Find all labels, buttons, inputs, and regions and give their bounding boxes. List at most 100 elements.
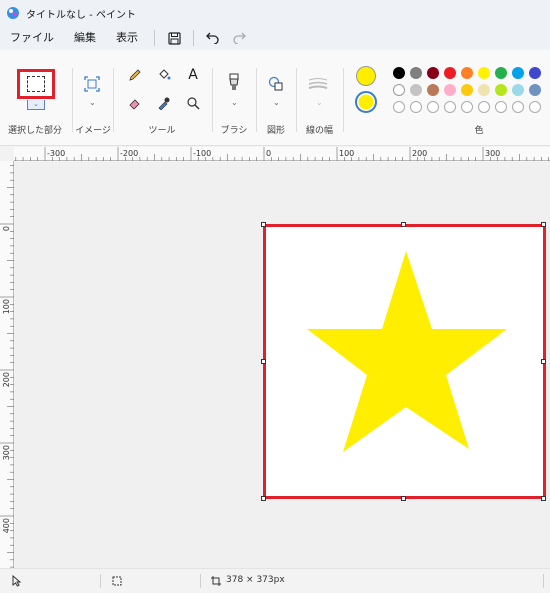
- resize-handle-top-right[interactable]: [541, 222, 546, 227]
- magnifier-icon[interactable]: [183, 93, 203, 113]
- rectangle-select-button[interactable]: [17, 69, 55, 99]
- ruler-top-label: -100: [193, 149, 211, 158]
- palette-row1-swatch-2[interactable]: [427, 67, 439, 79]
- secondary-color-swatch[interactable]: [355, 91, 377, 113]
- palette-row1-swatch-3[interactable]: [444, 67, 456, 79]
- tools-group-label: ツール: [148, 126, 176, 136]
- ruler-left-label: 100: [2, 299, 11, 314]
- primary-color-swatch[interactable]: [356, 66, 376, 86]
- resize-handle-top-left[interactable]: [261, 222, 266, 227]
- custom-color-slot-8[interactable]: [529, 101, 541, 113]
- redo-icon[interactable]: [226, 27, 252, 49]
- custom-color-slot-5[interactable]: [478, 101, 490, 113]
- menu-bar: ファイル 編集 表示: [0, 26, 550, 50]
- save-icon[interactable]: [161, 27, 187, 49]
- line-width-dropdown-icon: ⌄: [316, 98, 323, 107]
- color-picker-icon[interactable]: [154, 93, 174, 113]
- ruler-top-label: -300: [47, 149, 65, 158]
- resize-handle-bottom-left[interactable]: [261, 496, 266, 501]
- status-separator: [543, 574, 544, 588]
- custom-color-slot-3[interactable]: [444, 101, 456, 113]
- palette-row1-swatch-0[interactable]: [393, 67, 405, 79]
- ruler-top-label: -200: [120, 149, 138, 158]
- eraser-icon[interactable]: [125, 93, 145, 113]
- shapes-group-label: 図形: [266, 126, 285, 136]
- fill-bucket-icon[interactable]: [154, 65, 174, 85]
- menu-separator: [193, 30, 194, 46]
- shapes-group: ⌄ 図形: [257, 50, 295, 146]
- canvas-size-icon: [211, 576, 221, 586]
- ribbon-toolbar: ⌄ 選択した部分 ⌄ イメージ A ツール ⌄ ブラシ ⌄ 図形 ⌄ 線の幅 色: [0, 50, 550, 146]
- horizontal-ruler-ticks: -300 -200 -100 0 100 200 300: [15, 147, 550, 161]
- palette-row2-swatch-0[interactable]: [393, 84, 405, 96]
- line-width-group: ⌄ 線の幅: [297, 50, 342, 146]
- horizontal-ruler: -300 -200 -100 0 100 200 300: [14, 147, 550, 161]
- image-group: ⌄ イメージ: [73, 50, 113, 146]
- menu-edit[interactable]: 編集: [64, 27, 106, 49]
- tools-group: A ツール: [114, 50, 210, 146]
- custom-color-slot-2[interactable]: [427, 101, 439, 113]
- ruler-top-label: 100: [339, 149, 354, 158]
- colors-group-label: 色: [474, 126, 484, 136]
- resize-handle-right[interactable]: [541, 359, 546, 364]
- palette-row1-swatch-1[interactable]: [410, 67, 422, 79]
- menu-view[interactable]: 表示: [106, 27, 148, 49]
- ruler-top-label: 0: [266, 149, 271, 158]
- palette-row2-swatch-1[interactable]: [410, 84, 422, 96]
- brush-group: ⌄ ブラシ: [213, 50, 255, 146]
- shapes-dropdown-icon[interactable]: ⌄: [273, 98, 280, 107]
- palette-row2-swatch-5[interactable]: [478, 84, 490, 96]
- ruler-left-label: 200: [2, 372, 11, 387]
- custom-color-slot-7[interactable]: [512, 101, 524, 113]
- image-crop-icon[interactable]: [82, 74, 102, 94]
- ruler-left-label: 300: [2, 445, 11, 460]
- cursor-position-icon: [12, 575, 22, 587]
- status-separator: [200, 574, 201, 588]
- resize-handle-bottom[interactable]: [401, 496, 406, 501]
- custom-color-slot-4[interactable]: [461, 101, 473, 113]
- title-bar: タイトルなし - ペイント: [0, 0, 550, 26]
- selection-group-label: 選択した部分: [7, 126, 62, 136]
- vertical-ruler: 0 100 200 300 400: [0, 161, 14, 568]
- ruler-corner: [0, 147, 14, 161]
- selection-rectangle[interactable]: [263, 224, 546, 499]
- rectangle-select-icon: [27, 76, 45, 92]
- undo-icon[interactable]: [200, 27, 226, 49]
- selection-group: ⌄ 選択した部分: [0, 50, 70, 146]
- menu-file[interactable]: ファイル: [0, 27, 64, 49]
- resize-handle-bottom-right[interactable]: [541, 496, 546, 501]
- custom-color-slot-6[interactable]: [495, 101, 507, 113]
- palette-row2-swatch-4[interactable]: [461, 84, 473, 96]
- resize-handle-top[interactable]: [401, 222, 406, 227]
- ruler-left-label: 0: [2, 226, 11, 231]
- image-dropdown-icon[interactable]: ⌄: [89, 98, 96, 107]
- window-title: タイトルなし - ペイント: [26, 9, 136, 21]
- palette-row1-swatch-4[interactable]: [461, 67, 473, 79]
- shapes-icon[interactable]: [266, 74, 286, 94]
- line-width-icon[interactable]: [308, 74, 328, 94]
- palette-row2-swatch-8[interactable]: [529, 84, 541, 96]
- status-separator: [100, 574, 101, 588]
- brush-icon[interactable]: [224, 72, 244, 92]
- resize-handle-left[interactable]: [261, 359, 266, 364]
- palette-row1-swatch-8[interactable]: [529, 67, 541, 79]
- ruler-left-label: 400: [2, 518, 11, 533]
- vertical-ruler-ticks: 0 100 200 300 400: [0, 165, 14, 568]
- colors-group: 色: [344, 50, 550, 146]
- palette-row2-swatch-7[interactable]: [512, 84, 524, 96]
- palette-row2-swatch-6[interactable]: [495, 84, 507, 96]
- brush-dropdown-icon[interactable]: ⌄: [231, 98, 238, 107]
- palette-row1-swatch-5[interactable]: [478, 67, 490, 79]
- text-tool-icon[interactable]: A: [183, 65, 203, 85]
- selection-dropdown-button[interactable]: ⌄: [27, 100, 45, 110]
- custom-color-slot-0[interactable]: [393, 101, 405, 113]
- pencil-icon[interactable]: [125, 65, 145, 85]
- ruler-top-label: 200: [412, 149, 427, 158]
- palette-row1-swatch-6[interactable]: [495, 67, 507, 79]
- palette-row1-swatch-7[interactable]: [512, 67, 524, 79]
- canvas-dimensions: 378 × 373px: [226, 575, 285, 585]
- paint-app-icon: [7, 7, 19, 19]
- custom-color-slot-1[interactable]: [410, 101, 422, 113]
- palette-row2-swatch-2[interactable]: [427, 84, 439, 96]
- palette-row2-swatch-3[interactable]: [444, 84, 456, 96]
